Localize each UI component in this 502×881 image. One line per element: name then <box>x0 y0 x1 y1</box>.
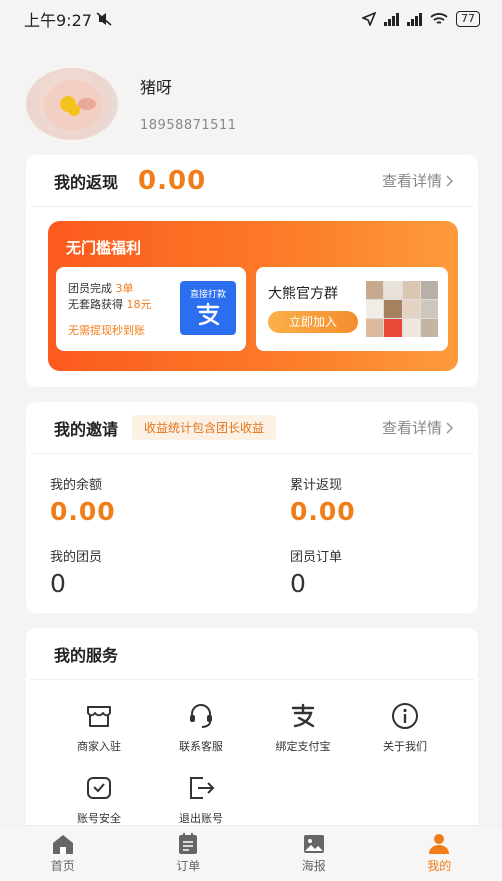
location-icon <box>362 12 376 26</box>
direct-pay-label: 直接打款 <box>189 290 226 300</box>
bottom-nav: 首页 订单 海报 我的 <box>0 825 502 881</box>
instant-payout-note: 无需提现秒到账 <box>68 324 145 337</box>
invite-stats: 我的余额 0.00 累计返现 0.00 我的团员 0 团员订单 0 <box>26 454 478 614</box>
service-account-security-label: 账号安全 <box>77 812 121 825</box>
user-icon <box>429 834 450 854</box>
nav-posters[interactable]: 海报 <box>251 826 377 881</box>
service-about-us-label: 关于我们 <box>383 740 427 753</box>
welfare-banner: 无门槛福利 团员完成 3单 无套路获得 18元 无需提现秒到账 直接打款 大熊官… <box>48 221 458 371</box>
status-time: 上午9:27 <box>24 11 92 30</box>
pig-avatar-snout <box>78 98 96 110</box>
logout-icon <box>185 772 217 804</box>
stat-member-orders: 团员订单 0 <box>290 546 342 598</box>
flower-decoration <box>60 96 76 112</box>
rebate-card: 我的返现 0.00 查看详情 无门槛福利 团员完成 3单 无套路获得 18元 无… <box>26 155 478 387</box>
stat-balance-label: 我的余额 <box>50 478 103 493</box>
invite-detail-link[interactable]: 查看详情 <box>382 417 454 438</box>
rebate-card-header: 我的返现 0.00 查看详情 <box>30 155 474 207</box>
invite-card: 我的邀请 收益统计包含团长收益 查看详情 我的余额 0.00 累计返现 0.00… <box>26 402 478 613</box>
join-group-button[interactable]: 立即加入 <box>268 311 358 333</box>
stat-balance: 我的余额 0.00 <box>50 474 116 526</box>
nav-posters-label: 海报 <box>301 859 326 873</box>
rebate-title: 我的返现 <box>54 172 119 192</box>
service-customer-support[interactable]: 联系客服 <box>150 694 252 766</box>
service-customer-support-label: 联系客服 <box>179 740 223 753</box>
service-merchant-join[interactable]: 商家入驻 <box>48 694 150 766</box>
nav-orders-label: 订单 <box>176 859 201 873</box>
status-left: 上午9:27 <box>24 7 112 31</box>
home-icon <box>52 835 73 854</box>
task-condition-label: 团员完成 <box>68 282 116 295</box>
user-phone: 18958871511 <box>140 118 237 133</box>
task-condition-count: 3单 <box>115 282 134 295</box>
service-bind-alipay-label: 绑定支付宝 <box>275 740 331 753</box>
direct-pay-card[interactable]: 团员完成 3单 无套路获得 18元 无需提现秒到账 直接打款 <box>56 267 246 351</box>
mute-icon <box>96 12 112 26</box>
nav-home[interactable]: 首页 <box>0 826 126 881</box>
alipay-icon <box>287 700 319 732</box>
services-card-header: 我的服务 <box>30 628 474 680</box>
rebate-detail-label: 查看详情 <box>381 172 442 190</box>
nav-home-label: 首页 <box>50 859 75 873</box>
shield-icon <box>83 772 115 804</box>
wifi-icon <box>430 13 448 24</box>
status-right: 77 <box>362 11 480 27</box>
signal-1-icon <box>384 12 399 26</box>
info-icon <box>389 700 421 732</box>
chevron-right-icon <box>446 421 454 434</box>
invite-detail-label: 查看详情 <box>381 419 442 437</box>
welfare-banner-title: 无门槛福利 <box>66 239 142 257</box>
headset-icon <box>185 700 217 732</box>
alipay-icon <box>180 302 236 332</box>
stat-total-rebate-label: 累计返现 <box>290 478 343 493</box>
nav-profile[interactable]: 我的 <box>377 826 502 881</box>
stat-total-rebate: 累计返现 0.00 <box>290 474 356 526</box>
task-condition: 团员完成 3单 <box>68 280 134 296</box>
stat-total-rebate-value: 0.00 <box>290 497 356 526</box>
direct-pay-badge: 直接打款 <box>180 281 236 335</box>
battery-indicator: 77 <box>456 11 480 27</box>
service-about-us[interactable]: 关于我们 <box>354 694 456 766</box>
chevron-right-icon <box>446 174 454 187</box>
user-name: 猪呀 <box>140 78 173 97</box>
poster-icon <box>303 835 324 853</box>
stat-member-orders-value: 0 <box>290 569 307 598</box>
signal-2-icon <box>407 12 422 26</box>
official-group-title: 大熊官方群 <box>268 286 338 302</box>
nav-profile-label: 我的 <box>427 859 452 873</box>
rebate-detail-link[interactable]: 查看详情 <box>382 170 454 191</box>
services-card: 我的服务 商家入驻 联系客服 绑定支付宝 关于我们 账号安全 退出账号 <box>26 628 478 838</box>
profile-info: 猪呀 18958871511 <box>140 74 236 133</box>
profile-header[interactable]: 猪呀 18958871511 <box>26 68 236 140</box>
stat-members: 我的团员 0 <box>50 546 102 598</box>
services-title: 我的服务 <box>54 645 119 665</box>
reward-condition: 无套路获得 18元 <box>68 296 152 312</box>
services-grid: 商家入驻 联系客服 绑定支付宝 关于我们 账号安全 退出账号 <box>26 680 478 838</box>
invite-income-tag: 收益统计包含团长收益 <box>132 415 277 440</box>
rebate-amount: 0.00 <box>138 165 207 196</box>
service-logout-label: 退出账号 <box>179 812 223 825</box>
group-member-avatars <box>366 281 438 337</box>
stat-member-orders-label: 团员订单 <box>290 550 343 565</box>
reward-amount: 18元 <box>126 298 152 311</box>
service-merchant-join-label: 商家入驻 <box>77 740 121 753</box>
avatar[interactable] <box>26 68 118 140</box>
status-bar: 上午9:27 77 <box>0 0 502 38</box>
order-icon <box>179 833 198 854</box>
official-group-card[interactable]: 大熊官方群 立即加入 <box>256 267 448 351</box>
stat-members-label: 我的团员 <box>50 550 103 565</box>
invite-title: 我的邀请 <box>54 419 119 439</box>
nav-orders[interactable]: 订单 <box>126 826 252 881</box>
stat-balance-value: 0.00 <box>50 497 116 526</box>
invite-card-header: 我的邀请 收益统计包含团长收益 查看详情 <box>30 402 474 454</box>
store-icon <box>83 700 115 732</box>
service-bind-alipay[interactable]: 绑定支付宝 <box>252 694 354 766</box>
reward-condition-label: 无套路获得 <box>68 298 127 311</box>
stat-members-value: 0 <box>50 569 67 598</box>
